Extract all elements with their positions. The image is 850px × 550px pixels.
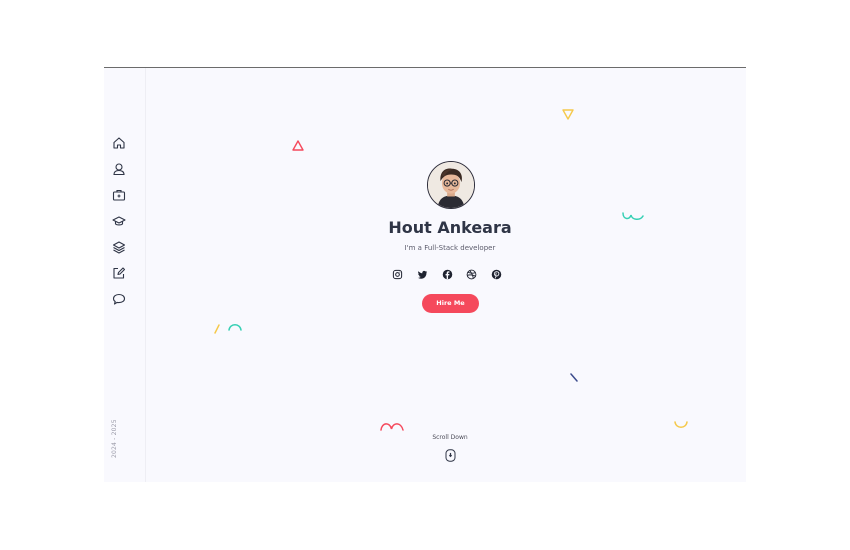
line-shape: [569, 372, 579, 383]
graduation-cap-icon[interactable]: [112, 214, 126, 228]
mouse-scroll-icon[interactable]: [445, 449, 456, 462]
home-icon[interactable]: [112, 136, 126, 150]
arc-shape: [227, 322, 243, 332]
pinterest-icon[interactable]: [491, 269, 502, 280]
dribbble-icon[interactable]: [466, 269, 477, 280]
profile-tagline: I'm a Full-Stack developer: [404, 244, 496, 252]
triangle-shape: [562, 109, 574, 120]
arc-shape: [673, 420, 689, 430]
portfolio-page: 2024 - 2025 Hout Ankeara I'm a Full-Stac…: [104, 67, 746, 482]
edit-icon[interactable]: [112, 266, 126, 280]
chat-icon[interactable]: [112, 292, 126, 306]
triangle-shape: [292, 140, 304, 151]
instagram-icon[interactable]: [392, 269, 403, 280]
avatar: [427, 161, 475, 209]
profile-name: Hout Ankeara: [388, 218, 512, 237]
facebook-icon[interactable]: [442, 269, 453, 280]
layers-icon[interactable]: [112, 240, 126, 254]
year-range: 2024 - 2025: [111, 419, 118, 458]
squiggle-shape: [622, 211, 644, 223]
social-links: [392, 268, 502, 280]
user-icon[interactable]: [112, 162, 126, 176]
sidebar-nav: 2024 - 2025: [104, 68, 146, 482]
line-shape: [213, 324, 221, 334]
briefcase-icon[interactable]: [112, 188, 126, 202]
twitter-icon[interactable]: [417, 269, 428, 280]
arch-shape: [380, 421, 404, 431]
hire-me-button[interactable]: Hire Me: [422, 294, 479, 313]
scroll-down-label[interactable]: Scroll Down: [404, 434, 496, 441]
